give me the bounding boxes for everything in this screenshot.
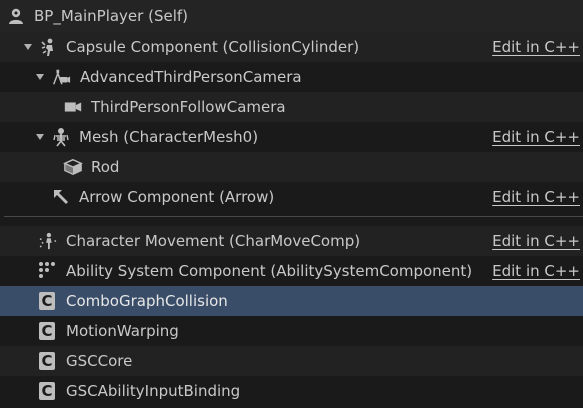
static-mesh-icon [63,157,83,177]
edit-in-cpp-link[interactable]: Edit in C++ [492,122,580,152]
expand-arrow-icon[interactable] [23,42,33,52]
cpp-class-icon: C [37,291,57,311]
tree-item-label: Capsule Component (CollisionCylinder) [66,38,360,56]
camera-rig-icon [51,67,71,87]
cpp-class-icon: C [37,321,57,341]
tree-item-label: GSCAbilityInputBinding [66,382,241,400]
tree-item-combo-graph-collision[interactable]: C ComboGraphCollision [0,286,583,316]
tree-item-gsc-ability-input-binding[interactable]: C GSCAbilityInputBinding [0,376,583,406]
ability-system-icon [37,261,57,281]
tree-item-label: AdvancedThirdPersonCamera [80,68,302,86]
components-panel: BP_MainPlayer (Self) Capsule Component (… [0,0,583,408]
edit-in-cpp-link[interactable]: Edit in C++ [492,226,580,256]
skeleton-icon [51,127,71,147]
tree-item-motion-warping[interactable]: C MotionWarping [0,316,583,346]
edit-in-cpp-link[interactable]: Edit in C++ [492,182,580,212]
expand-arrow-icon[interactable] [35,132,45,142]
cpp-class-icon: C [37,381,57,401]
tree-item-arrow-component[interactable]: Arrow Component (Arrow) Edit in C++ [0,182,583,212]
tree-item-label: Mesh (CharacterMesh0) [79,128,259,146]
edit-in-cpp-link[interactable]: Edit in C++ [492,32,580,62]
cpp-class-icon: C [37,351,57,371]
tree-item-ability-system-component[interactable]: Ability System Component (AbilitySystemC… [0,256,583,286]
tree-item-label: ComboGraphCollision [66,292,228,310]
tree-item-label: MotionWarping [66,322,179,340]
tree-item-label: Rod [91,158,120,176]
tree-item-label: GSCCore [66,352,133,370]
character-movement-icon [38,231,58,251]
tree-item-label: Character Movement (CharMoveComp) [66,232,361,250]
tree-item-label: Ability System Component (AbilitySystemC… [66,262,473,280]
camera-icon [63,97,83,117]
tree-item-mesh[interactable]: Mesh (CharacterMesh0) Edit in C++ [0,122,583,152]
tree-item-gsc-core[interactable]: C GSCCore [0,346,583,376]
root-actor-label: BP_MainPlayer (Self) [34,7,188,25]
actor-self-icon [6,6,26,26]
tree-item-rod[interactable]: Rod [0,152,583,182]
root-actor-row[interactable]: BP_MainPlayer (Self) [0,0,583,32]
expand-arrow-icon[interactable] [35,72,45,82]
tree-item-character-movement[interactable]: Character Movement (CharMoveComp) Edit i… [0,226,583,256]
capsule-icon [39,37,59,57]
tree-item-capsule-component[interactable]: Capsule Component (CollisionCylinder) Ed… [0,32,583,62]
tree-item-advanced-third-person-camera[interactable]: AdvancedThirdPersonCamera [0,62,583,92]
edit-in-cpp-link[interactable]: Edit in C++ [492,256,580,286]
tree-item-label: Arrow Component (Arrow) [79,188,275,206]
section-divider [4,216,583,217]
tree-item-third-person-follow-camera[interactable]: ThirdPersonFollowCamera [0,92,583,122]
arrow-component-icon [51,187,71,207]
tree-item-label: ThirdPersonFollowCamera [91,98,286,116]
